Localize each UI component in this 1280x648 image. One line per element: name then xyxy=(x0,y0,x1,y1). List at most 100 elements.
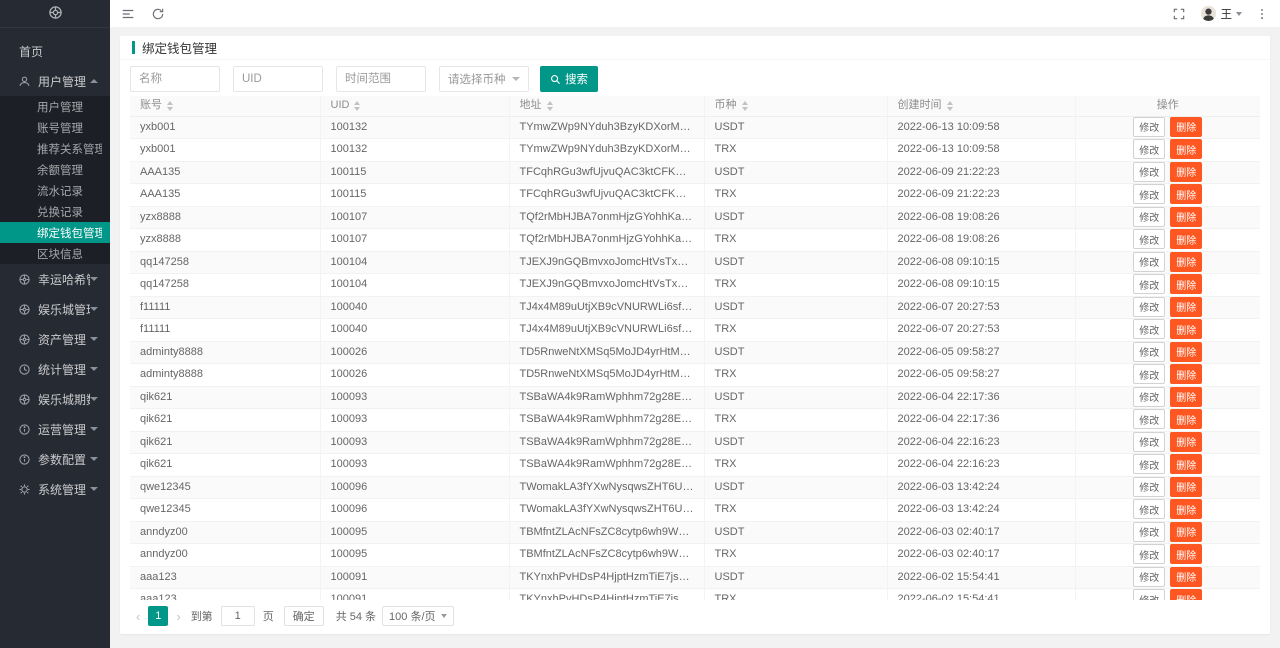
chevron-left-icon[interactable]: ‹ xyxy=(130,609,146,624)
current-page[interactable]: 1 xyxy=(148,606,168,626)
sort-icon[interactable] xyxy=(354,101,360,111)
modify-button[interactable]: 修改 xyxy=(1133,364,1165,384)
actions-cell: 修改删除 xyxy=(1075,229,1260,252)
sidebar-subitem-4[interactable]: 流水记录 xyxy=(0,180,110,201)
delete-button[interactable]: 删除 xyxy=(1170,184,1202,204)
modify-button[interactable]: 修改 xyxy=(1133,297,1165,317)
delete-button[interactable]: 删除 xyxy=(1170,229,1202,249)
sidebar-subitem-6[interactable]: 绑定钱包管理 xyxy=(0,222,110,243)
modify-button[interactable]: 修改 xyxy=(1133,184,1165,204)
sidebar-item-0[interactable]: 首页 xyxy=(0,36,110,66)
delete-button[interactable]: 删除 xyxy=(1170,522,1202,542)
modify-button[interactable]: 修改 xyxy=(1133,522,1165,542)
sidebar-subitem-2[interactable]: 推荐关系管理 xyxy=(0,138,110,159)
avatar[interactable] xyxy=(1201,6,1216,21)
delete-button[interactable]: 删除 xyxy=(1170,207,1202,227)
modify-button[interactable]: 修改 xyxy=(1133,567,1165,587)
modify-button[interactable]: 修改 xyxy=(1133,117,1165,137)
modify-button[interactable]: 修改 xyxy=(1133,139,1165,159)
modify-button[interactable]: 修改 xyxy=(1133,544,1165,564)
modify-button[interactable]: 修改 xyxy=(1133,454,1165,474)
modify-button[interactable]: 修改 xyxy=(1133,274,1165,294)
sidebar-subitem-5[interactable]: 兑换记录 xyxy=(0,201,110,222)
delete-button[interactable]: 删除 xyxy=(1170,477,1202,497)
column-header-0[interactable]: 账号 xyxy=(130,96,320,116)
name-input[interactable] xyxy=(130,66,220,92)
content: 绑定钱包管理 请选择币种 搜索 xyxy=(110,28,1280,648)
column-header-2[interactable]: 地址 xyxy=(509,96,704,116)
column-header-1[interactable]: UID xyxy=(320,96,509,116)
delete-button[interactable]: 删除 xyxy=(1170,342,1202,362)
sidebar-item-1[interactable]: 用户管理 xyxy=(0,66,110,96)
refresh-icon[interactable] xyxy=(150,6,166,22)
sidebar-item-9[interactable]: 系统管理 xyxy=(0,474,110,504)
modify-button[interactable]: 修改 xyxy=(1133,229,1165,249)
account-cell: AAA135 xyxy=(130,161,320,184)
jump-page-input[interactable] xyxy=(221,606,255,626)
modify-button[interactable]: 修改 xyxy=(1133,409,1165,429)
modify-button[interactable]: 修改 xyxy=(1133,252,1165,272)
delete-button[interactable]: 删除 xyxy=(1170,319,1202,339)
delete-button[interactable]: 删除 xyxy=(1170,364,1202,384)
sidebar-subitem-7[interactable]: 区块信息 xyxy=(0,243,110,264)
column-header-3[interactable]: 币种 xyxy=(704,96,887,116)
delete-button[interactable]: 删除 xyxy=(1170,409,1202,429)
chevron-down-icon xyxy=(90,277,98,281)
actions-cell: 修改删除 xyxy=(1075,589,1260,601)
modify-button[interactable]: 修改 xyxy=(1133,162,1165,182)
created-cell: 2022-06-03 13:42:24 xyxy=(887,499,1075,522)
sort-icon[interactable] xyxy=(547,101,553,111)
coin-cell: USDT xyxy=(704,116,887,139)
sidebar-subitem-0[interactable]: 用户管理 xyxy=(0,96,110,117)
uid-input[interactable] xyxy=(233,66,323,92)
sidebar-item-8[interactable]: 参数配置 xyxy=(0,444,110,474)
delete-button[interactable]: 删除 xyxy=(1170,387,1202,407)
sidebar-item-5[interactable]: 统计管理 xyxy=(0,354,110,384)
modify-button[interactable]: 修改 xyxy=(1133,342,1165,362)
fullscreen-icon[interactable] xyxy=(1171,6,1187,22)
delete-button[interactable]: 删除 xyxy=(1170,252,1202,272)
jump-confirm-button[interactable]: 确定 xyxy=(284,606,324,626)
sidebar-subitem-1[interactable]: 账号管理 xyxy=(0,117,110,138)
sort-icon[interactable] xyxy=(947,101,953,111)
sort-icon[interactable] xyxy=(167,101,173,111)
delete-button[interactable]: 删除 xyxy=(1170,589,1202,600)
delete-button[interactable]: 删除 xyxy=(1170,454,1202,474)
delete-button[interactable]: 删除 xyxy=(1170,544,1202,564)
modify-button[interactable]: 修改 xyxy=(1133,387,1165,407)
modify-button[interactable]: 修改 xyxy=(1133,319,1165,339)
delete-button[interactable]: 删除 xyxy=(1170,117,1202,137)
delete-button[interactable]: 删除 xyxy=(1170,432,1202,452)
search-button[interactable]: 搜索 xyxy=(540,66,598,92)
more-vertical-icon[interactable] xyxy=(1254,6,1270,22)
delete-button[interactable]: 删除 xyxy=(1170,567,1202,587)
sidebar-item-7[interactable]: 运营管理 xyxy=(0,414,110,444)
time-range-input[interactable] xyxy=(336,66,426,92)
modify-button[interactable]: 修改 xyxy=(1133,432,1165,452)
menu-collapse-icon[interactable] xyxy=(120,6,136,22)
column-header-4[interactable]: 创建时间 xyxy=(887,96,1075,116)
modify-button[interactable]: 修改 xyxy=(1133,499,1165,519)
user-menu[interactable]: 王 xyxy=(1221,6,1243,22)
sidebar-item-4[interactable]: 资产管理 xyxy=(0,324,110,354)
account-cell: AAA135 xyxy=(130,184,320,207)
coin-cell: USDT xyxy=(704,341,887,364)
modify-button[interactable]: 修改 xyxy=(1133,207,1165,227)
delete-button[interactable]: 删除 xyxy=(1170,297,1202,317)
sort-icon[interactable] xyxy=(742,101,748,111)
sidebar-item-3[interactable]: 娱乐城管理 xyxy=(0,294,110,324)
delete-button[interactable]: 删除 xyxy=(1170,499,1202,519)
modify-button[interactable]: 修改 xyxy=(1133,477,1165,497)
sidebar-item-2[interactable]: 幸运哈希管理 xyxy=(0,264,110,294)
delete-button[interactable]: 删除 xyxy=(1170,162,1202,182)
delete-button[interactable]: 删除 xyxy=(1170,139,1202,159)
page-size-select[interactable]: 100 条/页 xyxy=(382,606,453,626)
delete-button[interactable]: 删除 xyxy=(1170,274,1202,294)
chevron-right-icon[interactable]: › xyxy=(170,609,186,624)
sidebar-item-label: 娱乐城期数 xyxy=(38,391,90,408)
logo-bar[interactable] xyxy=(0,0,110,28)
modify-button[interactable]: 修改 xyxy=(1133,589,1165,600)
coin-select[interactable]: 请选择币种 xyxy=(439,66,529,92)
sidebar-item-6[interactable]: 娱乐城期数 xyxy=(0,384,110,414)
sidebar-subitem-3[interactable]: 余额管理 xyxy=(0,159,110,180)
